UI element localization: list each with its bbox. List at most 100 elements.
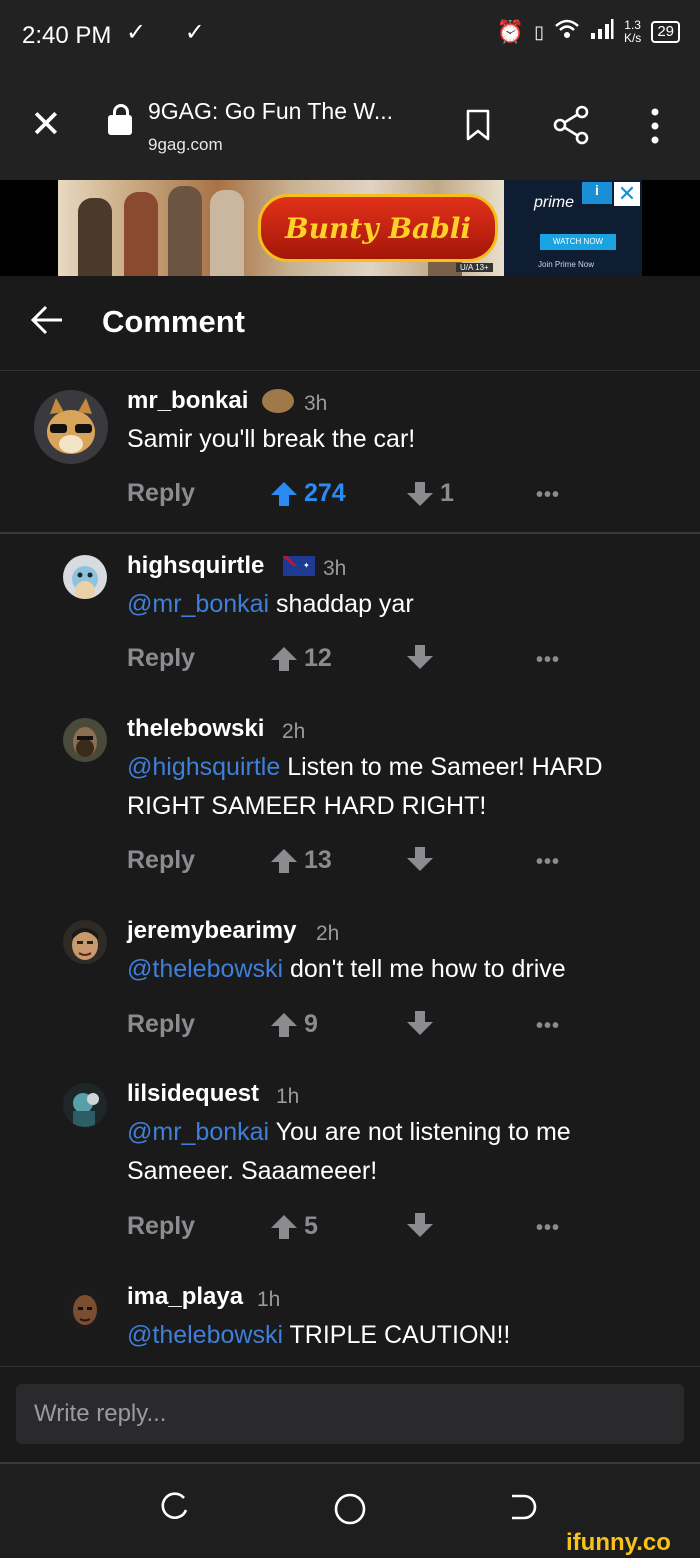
page-title[interactable]: 9GAG: Go Fun The W... (148, 98, 393, 125)
comment-username[interactable]: ima_playa (127, 1283, 243, 1311)
downvote-arrow-icon (407, 481, 433, 506)
avatar[interactable] (63, 555, 107, 599)
more-options-button[interactable]: ••• (536, 1217, 560, 1240)
comment-username[interactable]: highsquirtle (127, 552, 264, 580)
comment-username[interactable]: mr_bonkai (127, 387, 248, 415)
avatar[interactable] (34, 390, 108, 464)
bookmark-icon[interactable] (466, 109, 490, 141)
comment-time: 1h (257, 1288, 281, 1311)
avatar[interactable] (63, 1286, 107, 1330)
comment-mention[interactable]: @thelebowski (127, 1321, 283, 1349)
upvote-arrow-icon (271, 646, 297, 671)
comment-time: 2h (282, 720, 306, 743)
comment-mention[interactable]: @mr_bonkai (127, 590, 269, 618)
reply-button[interactable]: Reply (127, 1010, 195, 1039)
back-nav-icon[interactable] (508, 1492, 540, 1522)
speed-value: 1.3 (624, 18, 641, 32)
downvote-button[interactable]: 1 (406, 479, 454, 508)
avatar[interactable] (63, 1083, 107, 1127)
reply-button[interactable]: Reply (127, 644, 195, 673)
ad-close-icon[interactable]: ✕ (614, 182, 640, 206)
upvote-button[interactable]: 12 (270, 644, 332, 673)
comment-username[interactable]: thelebowski (127, 715, 264, 743)
downvote-button[interactable] (406, 644, 440, 670)
browser-toolbar (0, 72, 700, 181)
comment-text: @thelebowski don't tell me how to drive (127, 950, 687, 989)
upvote-arrow-icon (271, 1214, 297, 1239)
comment-time: 1h (276, 1085, 300, 1108)
back-arrow-icon[interactable] (30, 303, 64, 337)
page-title: Comment (102, 304, 245, 339)
avatar[interactable] (63, 920, 107, 964)
watch-now-button[interactable]: WATCH NOW (540, 234, 616, 250)
downvote-button[interactable] (406, 846, 440, 872)
upvote-count: 13 (304, 846, 332, 874)
comment-username[interactable]: jeremybearimy (127, 917, 296, 945)
recent-apps-icon[interactable] (160, 1492, 190, 1522)
signal-icon (590, 18, 614, 46)
ad-movie-image: Bunty Babli U/A 13+ (58, 180, 504, 276)
comment-body: TRIPLE CAUTION!! (283, 1321, 511, 1349)
comment-body: don't tell me how to drive (283, 955, 566, 983)
ad-info-icon[interactable]: i (582, 182, 612, 204)
upvote-count: 5 (304, 1212, 318, 1240)
comment-header: Comment (0, 276, 700, 371)
ad-figure (78, 198, 112, 276)
comment-body: Samir you'll break the car! (127, 425, 416, 453)
page-domain[interactable]: 9gag.com (148, 135, 223, 155)
comment-mention[interactable]: @highsquirtle (127, 753, 280, 781)
upvote-count: 12 (304, 644, 332, 672)
comment-text: @mr_bonkai You are not listening to me S… (127, 1113, 657, 1191)
network-speed: 1.3 K/s (624, 19, 641, 45)
more-options-button[interactable]: ••• (536, 649, 560, 672)
upvote-count: 9 (304, 1010, 318, 1038)
more-options-button[interactable]: ••• (536, 851, 560, 874)
comment-mention[interactable]: @thelebowski (127, 955, 283, 983)
write-reply-input[interactable] (16, 1384, 684, 1444)
prime-logo: prime (534, 194, 575, 211)
upvote-button[interactable]: 274 (270, 479, 346, 508)
speed-unit: K/s (623, 31, 642, 45)
notification-check-icons: ✓ ✓ (126, 19, 221, 46)
comment-text: @highsquirtle Listen to me Sameer! HARD … (127, 748, 657, 826)
more-options-button[interactable]: ••• (536, 1015, 560, 1038)
status-bar: 2:40 PM ✓ ✓ ⏰ ▯ 1.3 K/s 29 (0, 0, 700, 72)
downvote-button[interactable] (406, 1010, 440, 1036)
potato-badge-icon (262, 389, 294, 413)
vibrate-icon: ▯ (534, 21, 544, 42)
close-tab-icon[interactable]: ✕ (30, 106, 62, 144)
home-icon[interactable] (333, 1492, 367, 1526)
ad-rating: U/A 13+ (456, 263, 493, 272)
more-vertical-icon[interactable] (644, 106, 666, 146)
ad-movie-logo: Bunty Babli (258, 194, 498, 262)
reply-button[interactable]: Reply (127, 846, 195, 875)
comment-body: shaddap yar (269, 590, 414, 618)
comment-text: @mr_bonkai shaddap yar (127, 585, 687, 624)
share-icon[interactable] (552, 105, 590, 145)
more-options-button[interactable]: ••• (536, 484, 560, 507)
avatar[interactable] (63, 718, 107, 762)
reply-button[interactable]: Reply (127, 1212, 195, 1241)
lock-icon[interactable] (108, 115, 132, 135)
downvote-button[interactable] (406, 1212, 440, 1238)
comment-time: 3h (304, 392, 328, 415)
ad-figure (210, 190, 244, 276)
reply-button[interactable]: Reply (127, 479, 195, 508)
comment-username[interactable]: lilsidequest (127, 1080, 259, 1108)
divider (0, 532, 700, 534)
upvote-button[interactable]: 9 (270, 1010, 318, 1039)
australia-flag-icon: ✦ (283, 556, 315, 576)
upvote-arrow-icon (271, 848, 297, 873)
upvote-arrow-icon (271, 481, 297, 506)
comment-mention[interactable]: @mr_bonkai (127, 1118, 269, 1146)
downvote-count: 1 (440, 479, 454, 507)
alarm-icon: ⏰ (496, 19, 525, 44)
wifi-icon (554, 18, 580, 46)
upvote-button[interactable]: 5 (270, 1212, 318, 1241)
upvote-count: 274 (304, 479, 346, 507)
status-time: 2:40 PM (22, 22, 112, 49)
upvote-button[interactable]: 13 (270, 846, 332, 875)
upvote-arrow-icon (271, 1012, 297, 1037)
battery-indicator: 29 (651, 21, 680, 43)
comment-text: @thelebowski TRIPLE CAUTION!! (127, 1316, 687, 1355)
